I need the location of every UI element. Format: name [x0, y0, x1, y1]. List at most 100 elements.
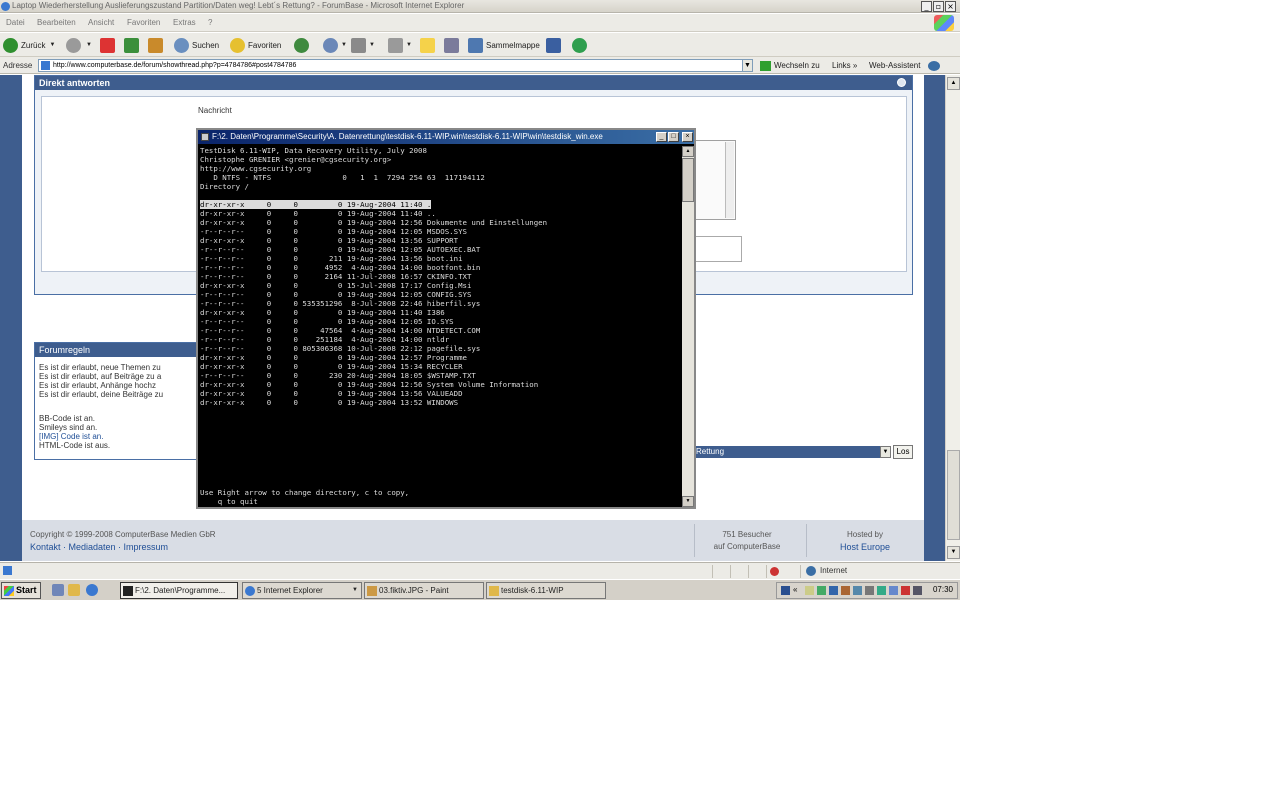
edit-icon	[388, 37, 403, 53]
tray-icon[interactable]	[889, 586, 898, 595]
scroll-thumb[interactable]	[947, 450, 960, 540]
console-maximize-button[interactable]: □	[668, 132, 679, 142]
tray-icon[interactable]	[829, 586, 838, 595]
page-scrollbar[interactable]: ▲ ▼	[945, 75, 960, 561]
selected-directory-entry[interactable]: dr-xr-xr-x 0 0 0 19-Aug-2004 11:40 .	[200, 200, 432, 209]
collection-icon	[468, 37, 483, 53]
minimize-button[interactable]: _	[921, 1, 932, 12]
tray-icon[interactable]	[781, 586, 790, 595]
scroll-down-icon[interactable]: ▼	[947, 546, 960, 559]
console-scroll-thumb[interactable]	[682, 158, 694, 202]
img-code-link[interactable]: [IMG] Code ist an.	[39, 432, 103, 441]
restore-button[interactable]: ▫	[933, 1, 944, 12]
print-button[interactable]: ▼	[351, 36, 375, 54]
status-cell	[730, 565, 748, 578]
volume-icon[interactable]	[913, 586, 922, 595]
message-editor[interactable]	[690, 140, 736, 220]
task-testdisk-console[interactable]: F:\2. Daten\Programme...	[120, 582, 238, 599]
close-button[interactable]: ×	[945, 1, 956, 12]
tray-expand-icon[interactable]: «	[793, 585, 797, 594]
console-scroll-up-icon[interactable]: ▲	[682, 146, 694, 157]
mail-button[interactable]: ▼	[323, 36, 347, 54]
search-button[interactable]: Suchen	[174, 36, 219, 54]
toolbar: Zurück ▼ ▼ Suchen Favoriten ▼ ▼ ▼ Sammel…	[0, 33, 960, 57]
scroll-up-icon[interactable]: ▲	[947, 77, 960, 90]
menu-file[interactable]: Datei	[6, 18, 25, 27]
forum-jump-select[interactable]: Rettung	[694, 446, 890, 458]
popup-blocker-icon[interactable]	[770, 567, 779, 576]
back-label: Zurück	[21, 40, 46, 50]
console-close-button[interactable]: ×	[682, 132, 693, 142]
refresh-button[interactable]	[124, 36, 142, 54]
editor-field[interactable]	[690, 236, 742, 262]
screenshot-button[interactable]	[546, 36, 564, 54]
console-output[interactable]: TestDisk 6.11-WIP, Data Recovery Utility…	[200, 146, 680, 507]
tray-icon[interactable]	[817, 586, 826, 595]
menu-view[interactable]: Ansicht	[88, 18, 114, 27]
messenger-button[interactable]	[572, 36, 590, 54]
menu-tools[interactable]: Extras	[173, 18, 196, 27]
folder-button[interactable]	[420, 36, 438, 54]
edit-button[interactable]: ▼	[388, 36, 412, 54]
task-internet-explorer[interactable]: 5 Internet Explorer ▼	[242, 582, 362, 599]
status-divider	[800, 565, 801, 578]
host-link[interactable]: Host Europe	[828, 542, 902, 552]
links-button[interactable]: Links »	[832, 61, 857, 70]
tray-icon[interactable]	[805, 586, 814, 595]
tray-icon[interactable]	[841, 586, 850, 595]
console-titlebar[interactable]: F:\2. Daten\Programme\Security\A. Datenr…	[198, 130, 694, 144]
forum-jump-dropdown-icon[interactable]: ▼	[880, 446, 891, 458]
menu-edit[interactable]: Bearbeiten	[37, 18, 76, 27]
explorer-icon[interactable]	[68, 584, 80, 596]
footer-divider	[694, 524, 695, 557]
web-assistant-button[interactable]: Web-Assistent	[869, 61, 920, 70]
collapse-icon[interactable]	[897, 78, 906, 87]
stop-button[interactable]	[100, 36, 118, 54]
globe-icon[interactable]	[928, 61, 940, 71]
tray-icon[interactable]	[865, 586, 874, 595]
task-testdisk-folder[interactable]: testdisk-6.11-WIP	[486, 582, 606, 599]
address-dropdown-button[interactable]: ▼	[742, 59, 753, 72]
show-desktop-icon[interactable]	[52, 584, 64, 596]
ie-quicklaunch-icon[interactable]	[86, 584, 98, 596]
menu-favorites[interactable]: Favoriten	[127, 18, 160, 27]
collection-button[interactable]: Sammelmappe	[468, 36, 540, 54]
stop-icon	[100, 37, 115, 53]
directory-entry: -r--r--r-- 0 0 0 19-Aug-2004 12:05 CONFI…	[200, 290, 472, 299]
history-button[interactable]	[294, 36, 312, 54]
code-rule-line: BB-Code ist an.	[39, 414, 96, 423]
security-zone-label: Internet	[820, 566, 848, 575]
visitor-label: auf ComputerBase	[713, 542, 781, 551]
folder-icon	[420, 37, 435, 53]
back-button[interactable]: Zurück ▼	[3, 36, 55, 54]
console-scroll-down-icon[interactable]: ▼	[682, 496, 694, 507]
home-button[interactable]	[148, 36, 166, 54]
favorites-button[interactable]: Favoriten	[230, 36, 281, 54]
address-input[interactable]: http://www.computerbase.de/forum/showthr…	[38, 59, 752, 72]
address-label: Adresse	[3, 61, 33, 70]
task-group-dropdown-icon: ▼	[352, 587, 358, 593]
start-button[interactable]: Start	[1, 582, 41, 599]
forward-button[interactable]: ▼	[66, 36, 92, 54]
go-forum-button[interactable]: Los	[893, 445, 913, 459]
paint-task-icon	[367, 586, 377, 596]
tray-icon[interactable]	[877, 586, 886, 595]
footer-links[interactable]: Kontakt · Mediadaten · Impressum	[30, 542, 168, 552]
tray-icon[interactable]	[901, 586, 910, 595]
go-button[interactable]: Wechseln zu	[760, 61, 820, 71]
spellcheck-button[interactable]	[444, 36, 462, 54]
menu-help[interactable]: ?	[208, 18, 212, 27]
editor-scrollbar[interactable]	[725, 142, 734, 218]
tray-icon[interactable]	[853, 586, 862, 595]
rule-line: Es ist dir erlaubt, auf Beiträge zu a	[39, 372, 162, 381]
message-label: Nachricht	[198, 106, 232, 115]
refresh-icon	[124, 37, 139, 53]
console-minimize-button[interactable]: _	[656, 132, 667, 142]
directory-entry: dr-xr-xr-x 0 0 0 19-Aug-2004 13:56 SUPPO…	[200, 236, 459, 245]
console-scrollbar[interactable]: ▲ ▼	[682, 146, 694, 507]
links-more-icon: »	[852, 61, 858, 70]
rule-line: Es ist dir erlaubt, deine Beiträge zu	[39, 390, 164, 399]
console-task-icon	[123, 586, 133, 596]
task-paint[interactable]: 03.fiktiv.JPG - Paint	[364, 582, 484, 599]
forum-rules-panel: Forumregeln Es ist dir erlaubt, neue The…	[34, 342, 202, 460]
